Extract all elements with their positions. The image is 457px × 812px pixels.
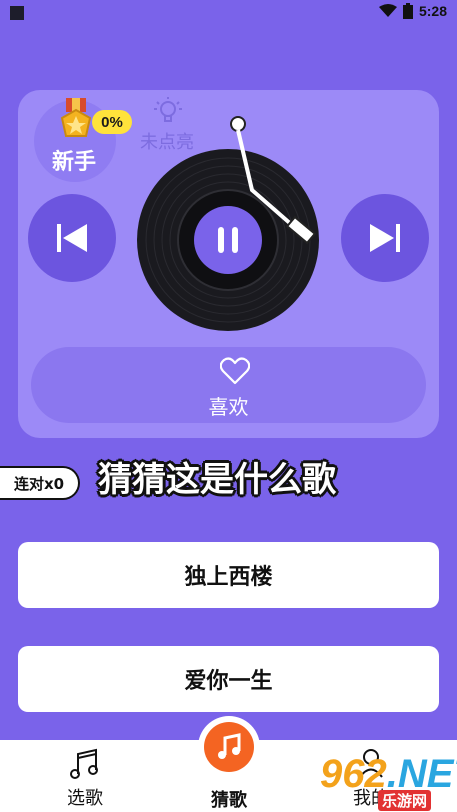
skip-next-icon [370,224,400,252]
lightbulb-icon [154,97,182,122]
tonearm [230,116,317,245]
level-progress-pill: 0% [92,110,132,134]
music-note-orange-icon [218,733,241,759]
tab-choose-song[interactable]: 选歌 [30,740,140,812]
wifi-icon [378,4,397,17]
music-note-icon [70,748,98,779]
center-icon-bg [204,722,254,772]
tab-label: 猜歌 [211,790,247,811]
watermark-sub: 乐游网 [378,790,432,811]
question-title: 猜猜这是什么歌 [98,460,336,500]
previous-button[interactable] [28,194,116,282]
status-right: 5:28 [378,3,447,19]
status-time: 5:28 [418,3,447,19]
like-label: 喜欢 [208,395,249,419]
answer-option-2[interactable]: 爱你一生 [18,646,439,712]
status-bar: 5:28 [0,0,457,26]
answer-option-1[interactable]: 独上西楼 [18,542,439,608]
level-label: 新手 [52,150,97,175]
medal-icon [60,98,92,137]
guess-song-center-button[interactable] [198,716,260,778]
streak-badge: 连对x0 [0,466,80,500]
tab-label: 选歌 [67,788,103,809]
notification-icon [10,6,24,20]
next-button[interactable] [341,194,429,282]
skip-previous-icon [57,224,87,252]
battery-icon [402,3,413,19]
like-button[interactable]: 喜欢 [31,347,426,423]
heart-outline-icon [220,357,250,385]
watermark-logo: 962.NET 乐游网 [320,752,457,812]
